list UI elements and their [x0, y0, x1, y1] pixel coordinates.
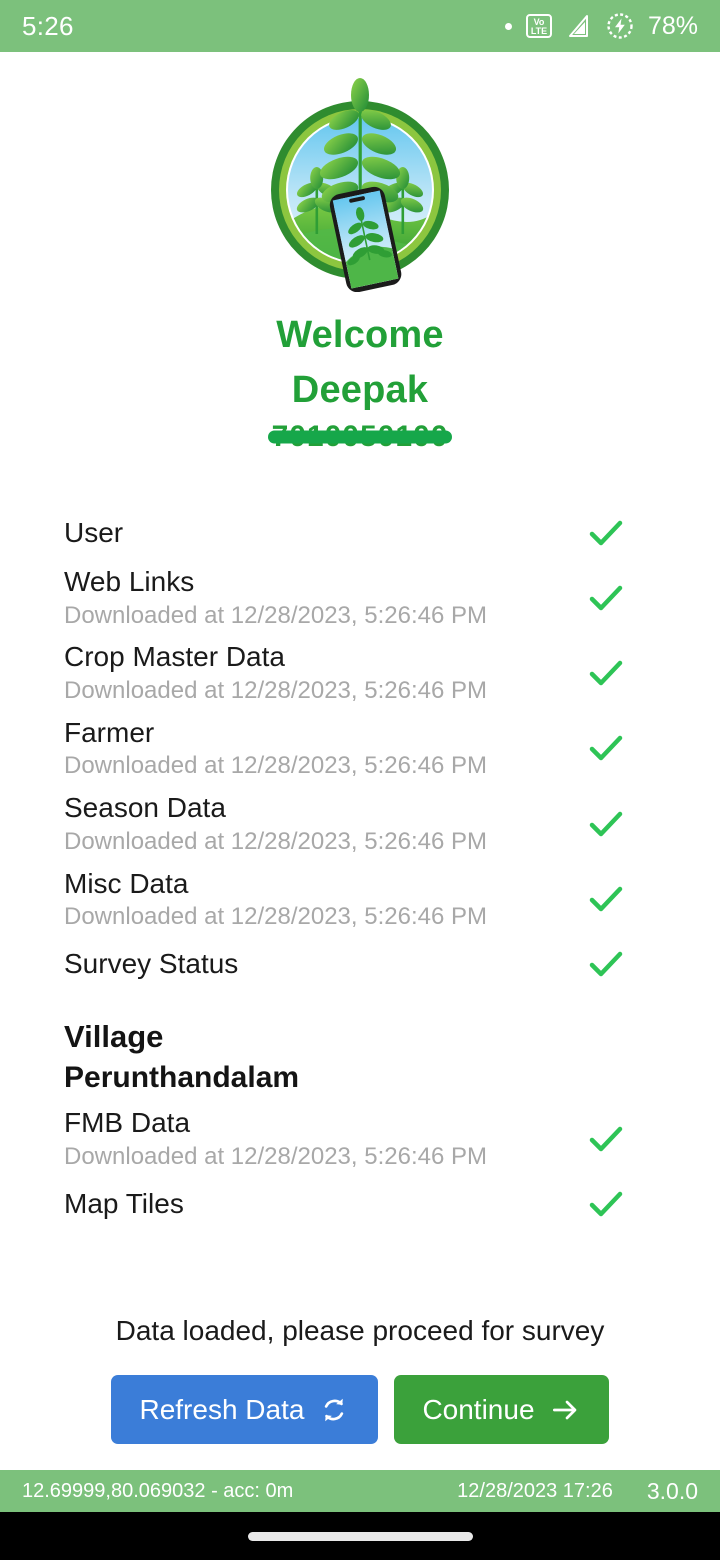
list-item-texts: FMB Data Downloaded at 12/28/2023, 5:26:… — [64, 1106, 487, 1171]
refresh-data-button[interactable]: Refresh Data — [111, 1375, 379, 1444]
user-phone-number: 7010050100 — [267, 420, 453, 454]
list-item-title: User — [64, 517, 124, 549]
village-label: Village — [64, 1018, 164, 1054]
app-logo-container — [0, 52, 720, 302]
list-item-title: FMB Data — [64, 1107, 191, 1139]
list-item: FMB Data Downloaded at 12/28/2023, 5:26:… — [64, 1100, 656, 1175]
status-bar-icons: Vo LTE 78% — [504, 11, 698, 41]
list-item: User — [64, 505, 656, 559]
gps-coordinates: 12.69999,80.069032 - acc: 0m — [22, 1479, 294, 1502]
battery-charging-icon — [607, 13, 633, 39]
village-name: Perunthandalam — [64, 1060, 300, 1094]
list-item-texts: Web Links Downloaded at 12/28/2023, 5:26… — [64, 565, 487, 630]
signal-icon — [568, 15, 588, 37]
list-item: Misc Data Downloaded at 12/28/2023, 5:26… — [64, 861, 656, 936]
village-section-header: Village Perunthandalam — [64, 990, 656, 1100]
list-item-title: Farmer — [64, 716, 155, 748]
refresh-data-button-label: Refresh Data — [139, 1393, 305, 1425]
android-navigation-bar — [0, 1512, 720, 1560]
list-item-title: Map Tiles — [64, 1187, 184, 1219]
list-item-title: Misc Data — [64, 867, 189, 899]
list-item-texts: Survey Status — [64, 947, 238, 981]
system-status-bar: 5:26 Vo LTE 78% — [0, 0, 720, 52]
battery-percentage: 78% — [647, 11, 698, 40]
app-version: 3.0.0 — [646, 1477, 698, 1504]
svg-text:LTE: LTE — [531, 26, 547, 36]
list-item: Crop Master Data Downloaded at 12/28/202… — [64, 634, 656, 709]
app-info-bar: 12.69999,80.069032 - acc: 0m 12/28/2023 … — [0, 1470, 720, 1512]
list-item-subtitle: Downloaded at 12/28/2023, 5:26:46 PM — [64, 827, 487, 855]
list-item-title: Web Links — [64, 566, 195, 597]
dot-icon — [504, 22, 512, 30]
check-icon — [589, 520, 623, 546]
app-screen: 5:26 Vo LTE 78% Welcome Deepak User Web … — [0, 0, 720, 1560]
list-item: Map Tiles — [64, 1176, 656, 1230]
check-icon — [589, 736, 623, 761]
list-item-subtitle: Downloaded at 12/28/2023, 5:26:46 PM — [64, 601, 487, 629]
list-item-subtitle: Downloaded at 12/28/2023, 5:26:46 PM — [64, 903, 487, 931]
list-item-texts: Crop Master Data Downloaded at 12/28/202… — [64, 640, 487, 705]
list-item: Web Links Downloaded at 12/28/2023, 5:26… — [64, 559, 656, 634]
list-item-title: Season Data — [64, 792, 226, 824]
gesture-pill-handle[interactable] — [247, 1531, 473, 1541]
list-item: Farmer Downloaded at 12/28/2023, 5:26:46… — [64, 710, 656, 785]
list-item-subtitle: Downloaded at 12/28/2023, 5:26:46 PM — [64, 752, 487, 780]
check-icon — [589, 887, 623, 912]
list-item-title: Survey Status — [64, 948, 239, 980]
welcome-greeting: Welcome — [276, 314, 444, 356]
list-item-title: Crop Master Data — [64, 641, 285, 673]
check-icon — [589, 1191, 623, 1216]
volte-icon: Vo LTE — [525, 14, 552, 38]
phone-number-redaction-bar — [267, 430, 453, 444]
list-item-texts: Season Data Downloaded at 12/28/2023, 5:… — [64, 791, 487, 856]
action-buttons: Refresh Data Continue — [0, 1375, 720, 1444]
sync-status-list[interactable]: User Web Links Downloaded at 12/28/2023,… — [0, 505, 720, 1270]
welcome-header: Welcome Deepak 7010050100 — [0, 308, 720, 454]
list-item-subtitle: Downloaded at 12/28/2023, 5:26:46 PM — [64, 676, 487, 704]
check-icon — [589, 660, 623, 686]
list-item: Season Data Downloaded at 12/28/2023, 5:… — [64, 785, 656, 860]
check-icon — [589, 811, 623, 837]
list-item-texts: Map Tiles — [64, 1187, 184, 1221]
list-item-texts: Misc Data Downloaded at 12/28/2023, 5:26… — [64, 867, 487, 932]
list-item-subtitle: Downloaded at 12/28/2023, 5:26:46 PM — [64, 1142, 487, 1170]
refresh-icon — [325, 1398, 344, 1421]
crop-survey-app-logo-icon — [271, 78, 449, 292]
status-message: Data loaded, please proceed for survey — [115, 1315, 605, 1346]
arrow-right-icon — [552, 1400, 576, 1419]
check-icon — [589, 585, 623, 610]
list-item: Survey Status — [64, 936, 656, 990]
check-icon — [589, 951, 623, 977]
status-bar-clock: 5:26 — [22, 10, 74, 41]
list-item-texts: Farmer Downloaded at 12/28/2023, 5:26:46… — [64, 716, 487, 781]
current-datetime: 12/28/2023 17:26 — [457, 1479, 613, 1502]
welcome-username: Deepak — [291, 369, 429, 412]
continue-button[interactable]: Continue — [394, 1375, 609, 1444]
continue-button-label: Continue — [422, 1393, 535, 1425]
sync-status-list-inner: User Web Links Downloaded at 12/28/2023,… — [0, 505, 720, 1230]
list-item-texts: User — [64, 516, 123, 550]
check-icon — [589, 1126, 623, 1152]
